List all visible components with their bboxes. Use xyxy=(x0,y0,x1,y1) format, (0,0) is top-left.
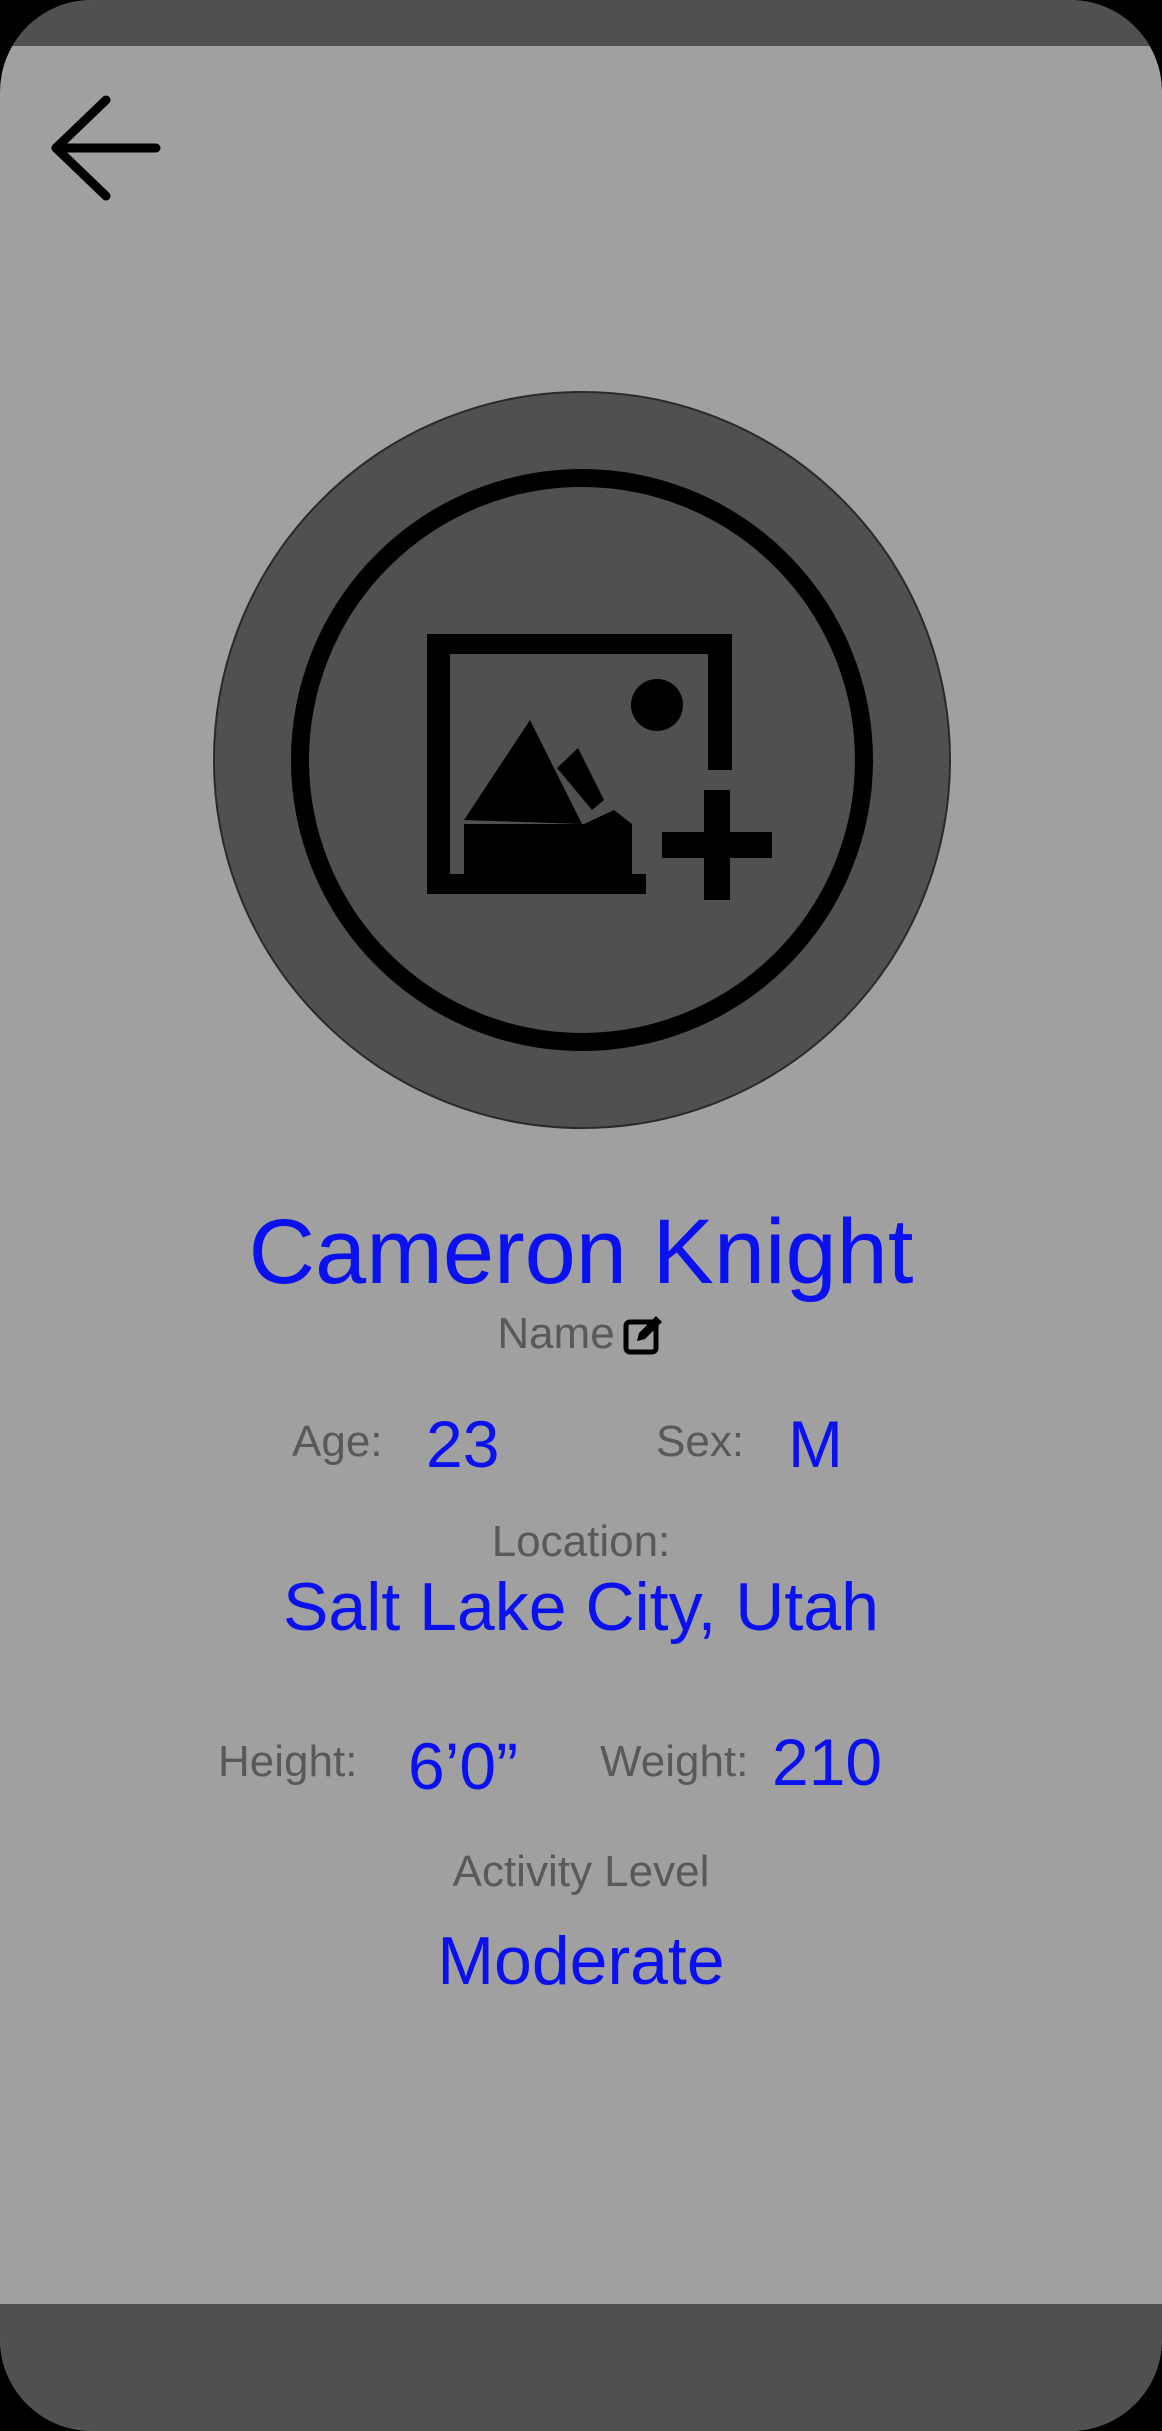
weight-label: Weight: xyxy=(600,1737,749,1786)
age-label: Age: xyxy=(292,1417,383,1466)
height-label: Height: xyxy=(218,1737,358,1786)
edit-icon[interactable] xyxy=(623,1313,665,1355)
name-label-row: Name xyxy=(0,1304,1162,1364)
location-value: Salt Lake City, Utah xyxy=(283,1569,879,1645)
sex-value: M xyxy=(788,1407,843,1481)
weight-value: 210 xyxy=(772,1725,883,1799)
bottom-bar xyxy=(0,2304,1162,2431)
activity-label: Activity Level xyxy=(452,1847,710,1896)
profile-name: Cameron Knight xyxy=(248,1201,914,1303)
profile-screen: Cameron Knight Name Age: 23 Sex: M Locat… xyxy=(0,0,1162,2431)
name-label: Name xyxy=(497,1309,615,1358)
arrow-left-icon xyxy=(51,95,161,201)
add-photo-icon xyxy=(213,391,951,1129)
profile-photo-button[interactable] xyxy=(212,390,952,1130)
height-value: 6’0” xyxy=(408,1729,519,1803)
status-bar xyxy=(0,0,1162,46)
back-button[interactable] xyxy=(40,88,170,208)
activity-value: Moderate xyxy=(437,1923,725,1999)
age-value: 23 xyxy=(426,1407,500,1481)
sex-label: Sex: xyxy=(656,1417,745,1466)
